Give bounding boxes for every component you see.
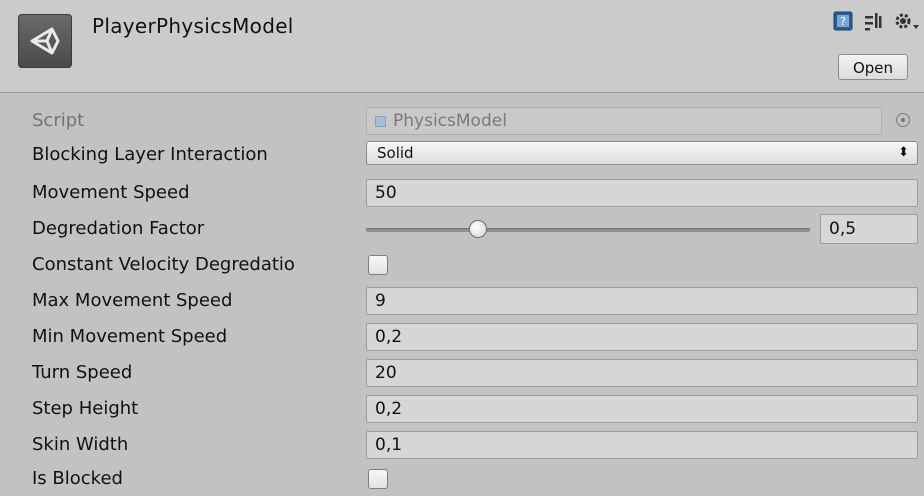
step-height-input[interactable]: 0,2 bbox=[366, 395, 918, 423]
constant-velocity-checkbox[interactable] bbox=[368, 255, 388, 275]
is-blocked-label: Is Blocked bbox=[32, 468, 123, 489]
movement-speed-row: Movement Speed 50 bbox=[0, 176, 924, 210]
dropdown-arrows-icon: ⬍ bbox=[898, 145, 909, 160]
is-blocked-checkbox[interactable] bbox=[368, 469, 388, 489]
constant-velocity-row: Constant Velocity Degredatio bbox=[0, 248, 924, 282]
degradation-slider-thumb[interactable] bbox=[469, 220, 487, 238]
turn-speed-label: Turn Speed bbox=[32, 362, 133, 383]
skin-width-input[interactable]: 0,1 bbox=[366, 431, 918, 459]
min-speed-label: Min Movement Speed bbox=[32, 326, 228, 347]
help-book-icon[interactable]: ? bbox=[832, 10, 854, 36]
object-picker-icon[interactable] bbox=[896, 113, 910, 127]
degradation-row: Degredation Factor 0,5 bbox=[0, 212, 924, 246]
blocking-layer-value: Solid bbox=[377, 144, 414, 162]
movement-speed-label: Movement Speed bbox=[32, 182, 190, 203]
max-speed-row: Max Movement Speed 9 bbox=[0, 284, 924, 318]
degradation-slider-track[interactable] bbox=[366, 228, 810, 232]
min-speed-input[interactable]: 0,2 bbox=[366, 323, 918, 351]
movement-speed-input[interactable]: 50 bbox=[366, 179, 918, 207]
presets-sliders-icon[interactable] bbox=[862, 10, 886, 38]
skin-width-label: Skin Width bbox=[32, 434, 129, 455]
script-value: PhysicsModel bbox=[393, 111, 507, 131]
open-button[interactable]: Open bbox=[838, 54, 908, 80]
csharp-script-icon bbox=[375, 116, 386, 127]
step-height-row: Step Height 0,2 bbox=[0, 392, 924, 426]
max-speed-label: Max Movement Speed bbox=[32, 290, 233, 311]
unity-logo-icon bbox=[18, 14, 72, 68]
svg-text:?: ? bbox=[840, 15, 846, 28]
turn-speed-row: Turn Speed 20 bbox=[0, 356, 924, 390]
skin-width-row: Skin Width 0,1 bbox=[0, 428, 924, 462]
constant-velocity-label: Constant Velocity Degredatio bbox=[32, 254, 295, 275]
inspector-header: PlayerPhysicsModel ? Open bbox=[0, 0, 924, 93]
turn-speed-input[interactable]: 20 bbox=[366, 359, 918, 387]
script-object-field[interactable]: PhysicsModel bbox=[366, 107, 882, 135]
script-label: Script bbox=[32, 110, 85, 131]
min-speed-row: Min Movement Speed 0,2 bbox=[0, 320, 924, 354]
script-row: Script PhysicsModel bbox=[0, 104, 924, 138]
max-speed-input[interactable]: 9 bbox=[366, 287, 918, 315]
asset-title: PlayerPhysicsModel bbox=[92, 14, 294, 38]
is-blocked-row: Is Blocked bbox=[0, 462, 924, 496]
blocking-layer-label: Blocking Layer Interaction bbox=[32, 144, 268, 165]
gear-menu-icon[interactable] bbox=[892, 10, 920, 38]
degradation-value-input[interactable]: 0,5 bbox=[820, 214, 918, 244]
degradation-label: Degredation Factor bbox=[32, 218, 205, 239]
blocking-layer-row: Blocking Layer Interaction Solid ⬍ bbox=[0, 138, 924, 172]
step-height-label: Step Height bbox=[32, 398, 139, 419]
blocking-layer-dropdown[interactable]: Solid ⬍ bbox=[366, 141, 918, 165]
